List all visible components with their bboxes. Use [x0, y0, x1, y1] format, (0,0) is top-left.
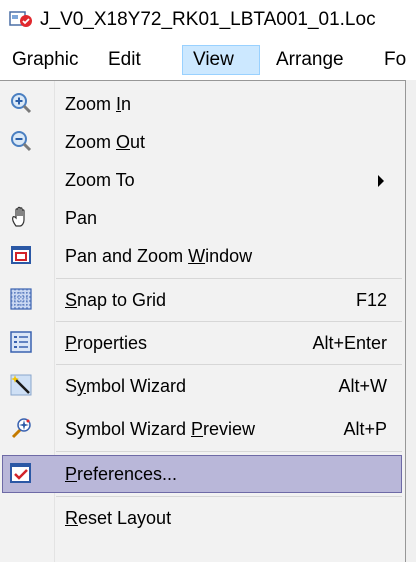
menu-format[interactable]: Fo	[374, 45, 416, 75]
menu-item-label: Zoom To	[65, 170, 135, 190]
menu-separator	[56, 496, 402, 497]
title-bar: J_V0_X18Y72_RK01_LBTA001_01.Loc	[0, 0, 416, 40]
menu-item-preferences[interactable]: Preferences...	[2, 455, 402, 493]
menu-item-properties[interactable]: Properties Alt+Enter	[2, 324, 402, 362]
menu-item-label: Pan and Zoom Window	[65, 246, 253, 266]
menu-item-label: Symbol Wizard	[65, 376, 187, 396]
menu-item-pan[interactable]: Pan	[2, 199, 402, 237]
menu-item-zoom-out[interactable]: Zoom Out	[2, 123, 402, 161]
window-icon	[11, 246, 31, 264]
menu-item-shortcut: F12	[355, 290, 387, 310]
menu-item-label: Snap to Grid	[65, 290, 167, 310]
menu-separator	[56, 321, 402, 322]
menu-item-label: Properties	[65, 333, 148, 353]
menu-item-label: Reset Layout	[65, 508, 172, 528]
zoom-out-icon	[11, 131, 32, 152]
menu-separator	[56, 451, 402, 452]
hand-icon	[12, 206, 25, 227]
menu-item-zoom-to[interactable]: Zoom To	[2, 161, 402, 199]
properties-icon	[10, 331, 32, 353]
menu-graphic[interactable]: Graphic	[2, 45, 89, 75]
view-menu-dropdown: Zoom In Zoom Out Zoom To Pan Pan and Zoo…	[0, 80, 406, 562]
zoom-in-icon	[11, 93, 32, 114]
submenu-arrow-icon	[378, 175, 384, 187]
menu-item-label: Preferences...	[65, 464, 178, 484]
window-title: J_V0_X18Y72_RK01_LBTA001_01.Loc	[40, 9, 376, 30]
menu-item-label: Pan	[65, 208, 98, 228]
checkbox-icon	[10, 463, 31, 483]
menu-separator	[56, 278, 402, 279]
menu-item-zoom-in[interactable]: Zoom In	[2, 85, 402, 123]
menu-item-label: Symbol Wizard Preview	[65, 419, 256, 439]
menu-item-shortcut: Alt+W	[338, 376, 387, 396]
menu-view[interactable]: View	[182, 45, 260, 75]
menu-item-symbol-wizard-preview[interactable]: Symbol Wizard Preview Alt+P	[2, 410, 402, 448]
menu-item-snap-to-grid[interactable]: Snap to Grid F12	[2, 281, 402, 319]
menu-item-shortcut: Alt+Enter	[312, 333, 387, 353]
menu-separator	[56, 364, 402, 365]
grid-icon	[10, 288, 32, 310]
app-window: J_V0_X18Y72_RK01_LBTA001_01.Loc Graphic …	[0, 0, 416, 562]
wizard-preview-icon	[11, 418, 31, 439]
menu-item-label: Zoom Out	[65, 132, 146, 152]
menu-item-symbol-wizard[interactable]: Symbol Wizard Alt+W	[2, 367, 402, 405]
menu-item-label: Zoom In	[65, 94, 132, 114]
menu-item-shortcut: Alt+P	[343, 419, 387, 439]
menu-arrange[interactable]: Arrange	[266, 45, 354, 75]
menu-item-reset-layout[interactable]: Reset Layout	[2, 499, 402, 537]
menu-item-pan-zoom-window[interactable]: Pan and Zoom Window	[2, 237, 402, 275]
menu-edit[interactable]: Edit	[98, 45, 151, 75]
app-icon	[9, 11, 32, 27]
menu-bar: Graphic Edit View Arrange Fo	[0, 42, 416, 78]
wand-icon	[10, 374, 32, 396]
